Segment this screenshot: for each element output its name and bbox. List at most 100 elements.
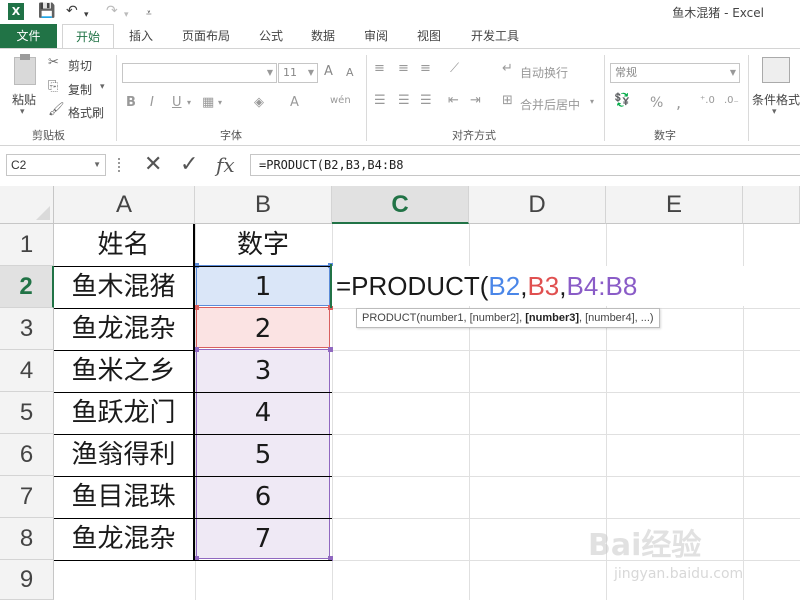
increase-indent-icon[interactable]: ⇥	[470, 93, 481, 108]
cell-a2[interactable]: 鱼木混猪	[54, 266, 193, 308]
row-header-5[interactable]: 5	[0, 392, 54, 434]
tab-data[interactable]: 数据	[302, 24, 344, 48]
wrap-text-button[interactable]: 自动换行	[520, 64, 568, 81]
orientation-icon[interactable]: ⟋	[450, 61, 459, 76]
tab-developer[interactable]: 开发工具	[462, 24, 528, 48]
cell-c2-editor[interactable]: =PRODUCT(B2,B3,B4:B8	[332, 266, 800, 306]
column-header-e[interactable]: E	[606, 186, 743, 224]
undo-icon[interactable]: ↶	[66, 2, 78, 20]
percent-button[interactable]: %	[650, 95, 663, 111]
insert-function-icon[interactable]: fx	[216, 154, 235, 176]
cell-b5[interactable]: 4	[196, 392, 330, 434]
conditional-format-dropdown-icon[interactable]: ▾	[772, 107, 777, 117]
formula-bar-grip[interactable]	[118, 158, 122, 172]
tab-file[interactable]: 文件	[0, 24, 57, 48]
cell-b4[interactable]: 3	[196, 350, 330, 392]
tab-page-layout[interactable]: 页面布局	[172, 24, 240, 48]
cell-b1[interactable]: 数字	[196, 224, 330, 266]
format-painter-button[interactable]: 格式刷	[68, 104, 104, 121]
underline-dropdown-icon[interactable]: ▾	[187, 98, 191, 107]
italic-button[interactable]: I	[150, 95, 154, 110]
align-left-icon[interactable]: ☰	[374, 93, 386, 108]
tab-home[interactable]: 开始	[62, 24, 114, 48]
decrease-decimal-icon[interactable]: .0₋	[724, 95, 739, 106]
row-header-3[interactable]: 3	[0, 308, 54, 350]
cell-a8[interactable]: 鱼龙混杂	[54, 518, 193, 560]
wrap-text-icon[interactable]: ↵	[502, 61, 513, 76]
cell-b3[interactable]: 2	[196, 308, 330, 350]
font-color-button[interactable]: A	[290, 95, 299, 110]
name-box[interactable]: C2 ▼	[6, 154, 106, 176]
font-size-select[interactable]: 11 ▼	[278, 63, 318, 83]
grow-font-button[interactable]: A	[324, 64, 333, 79]
redo-icon[interactable]: ↷	[106, 2, 118, 20]
align-center-icon[interactable]: ☰	[398, 93, 410, 108]
font-name-select[interactable]: ▼	[122, 63, 277, 83]
cell-a5[interactable]: 鱼跃龙门	[54, 392, 193, 434]
column-header-f[interactable]	[743, 186, 800, 224]
column-header-c[interactable]: C	[332, 186, 469, 224]
cell-a4[interactable]: 鱼米之乡	[54, 350, 193, 392]
column-header-d[interactable]: D	[469, 186, 606, 224]
row-header-9[interactable]: 9	[0, 560, 54, 600]
tab-review[interactable]: 审阅	[355, 24, 397, 48]
column-header-b[interactable]: B	[195, 186, 332, 224]
cell-b2[interactable]: 1	[196, 266, 330, 308]
align-bottom-icon[interactable]: ≡	[420, 61, 431, 76]
cell-a7[interactable]: 鱼目混珠	[54, 476, 193, 518]
cut-icon[interactable]: ✂	[48, 55, 59, 70]
borders-icon[interactable]: ▦	[202, 95, 214, 110]
fill-color-icon[interactable]: ◈	[254, 95, 264, 110]
conditional-format-button[interactable]: 条件格式	[752, 91, 800, 108]
row-header-2[interactable]: 2	[0, 266, 54, 308]
cancel-icon[interactable]: ✕	[144, 154, 162, 176]
row-header-6[interactable]: 6	[0, 434, 54, 476]
increase-decimal-icon[interactable]: ⁺.0	[700, 95, 715, 106]
accounting-format-icon[interactable]: 💱	[614, 93, 630, 108]
row-header-7[interactable]: 7	[0, 476, 54, 518]
align-top-icon[interactable]: ≡	[374, 61, 385, 76]
cell-b6[interactable]: 5	[196, 434, 330, 476]
paste-dropdown-icon[interactable]: ▾	[20, 107, 25, 117]
cut-button[interactable]: 剪切	[68, 57, 92, 74]
conditional-format-icon[interactable]	[762, 57, 790, 83]
redo-dropdown-icon[interactable]: ▾	[124, 6, 129, 24]
customize-quick-access-icon[interactable]: ⩡	[146, 5, 152, 23]
cell-a3[interactable]: 鱼龙混杂	[54, 308, 193, 350]
tab-formulas[interactable]: 公式	[250, 24, 292, 48]
tab-view[interactable]: 视图	[408, 24, 450, 48]
formula-input[interactable]: =PRODUCT(B2,B3,B4:B8	[250, 154, 800, 176]
enter-icon[interactable]: ✓	[180, 154, 198, 176]
merge-dropdown-icon[interactable]: ▾	[590, 97, 594, 106]
comma-button[interactable]: ,	[676, 93, 681, 112]
row-header-8[interactable]: 8	[0, 518, 54, 560]
align-right-icon[interactable]: ☰	[420, 93, 432, 108]
cell-a6[interactable]: 渔翁得利	[54, 434, 193, 476]
column-header-a[interactable]: A	[54, 186, 195, 224]
save-icon[interactable]: 💾	[38, 2, 55, 20]
cell-b7[interactable]: 6	[196, 476, 330, 518]
bold-button[interactable]: B	[126, 95, 136, 110]
select-all-button[interactable]	[0, 186, 54, 224]
decrease-indent-icon[interactable]: ⇤	[448, 93, 459, 108]
paste-button[interactable]: 粘贴	[12, 91, 36, 108]
copy-dropdown-icon[interactable]: ▾	[100, 82, 105, 92]
cell-a1[interactable]: 姓名	[54, 224, 193, 266]
merge-center-button[interactable]: 合并后居中	[520, 96, 580, 113]
shrink-font-button[interactable]: A	[346, 66, 354, 79]
undo-dropdown-icon[interactable]: ▾	[84, 6, 89, 24]
function-tooltip[interactable]: PRODUCT(number1, [number2], [number3], […	[356, 308, 660, 328]
underline-button[interactable]: U	[172, 95, 182, 110]
phonetic-button[interactable]: wén	[330, 95, 351, 106]
merge-center-icon[interactable]: ⊞	[502, 93, 513, 108]
tab-insert[interactable]: 插入	[120, 24, 162, 48]
row-header-4[interactable]: 4	[0, 350, 54, 392]
align-middle-icon[interactable]: ≡	[398, 61, 409, 76]
format-painter-icon[interactable]: 🖌	[48, 102, 65, 117]
row-header-1[interactable]: 1	[0, 224, 54, 266]
copy-icon[interactable]: ⎘	[48, 79, 58, 94]
copy-button[interactable]: 复制	[68, 81, 92, 98]
cell-b8[interactable]: 7	[196, 518, 330, 560]
paste-icon[interactable]	[14, 54, 36, 85]
number-format-select[interactable]: 常规 ▼	[610, 63, 740, 83]
